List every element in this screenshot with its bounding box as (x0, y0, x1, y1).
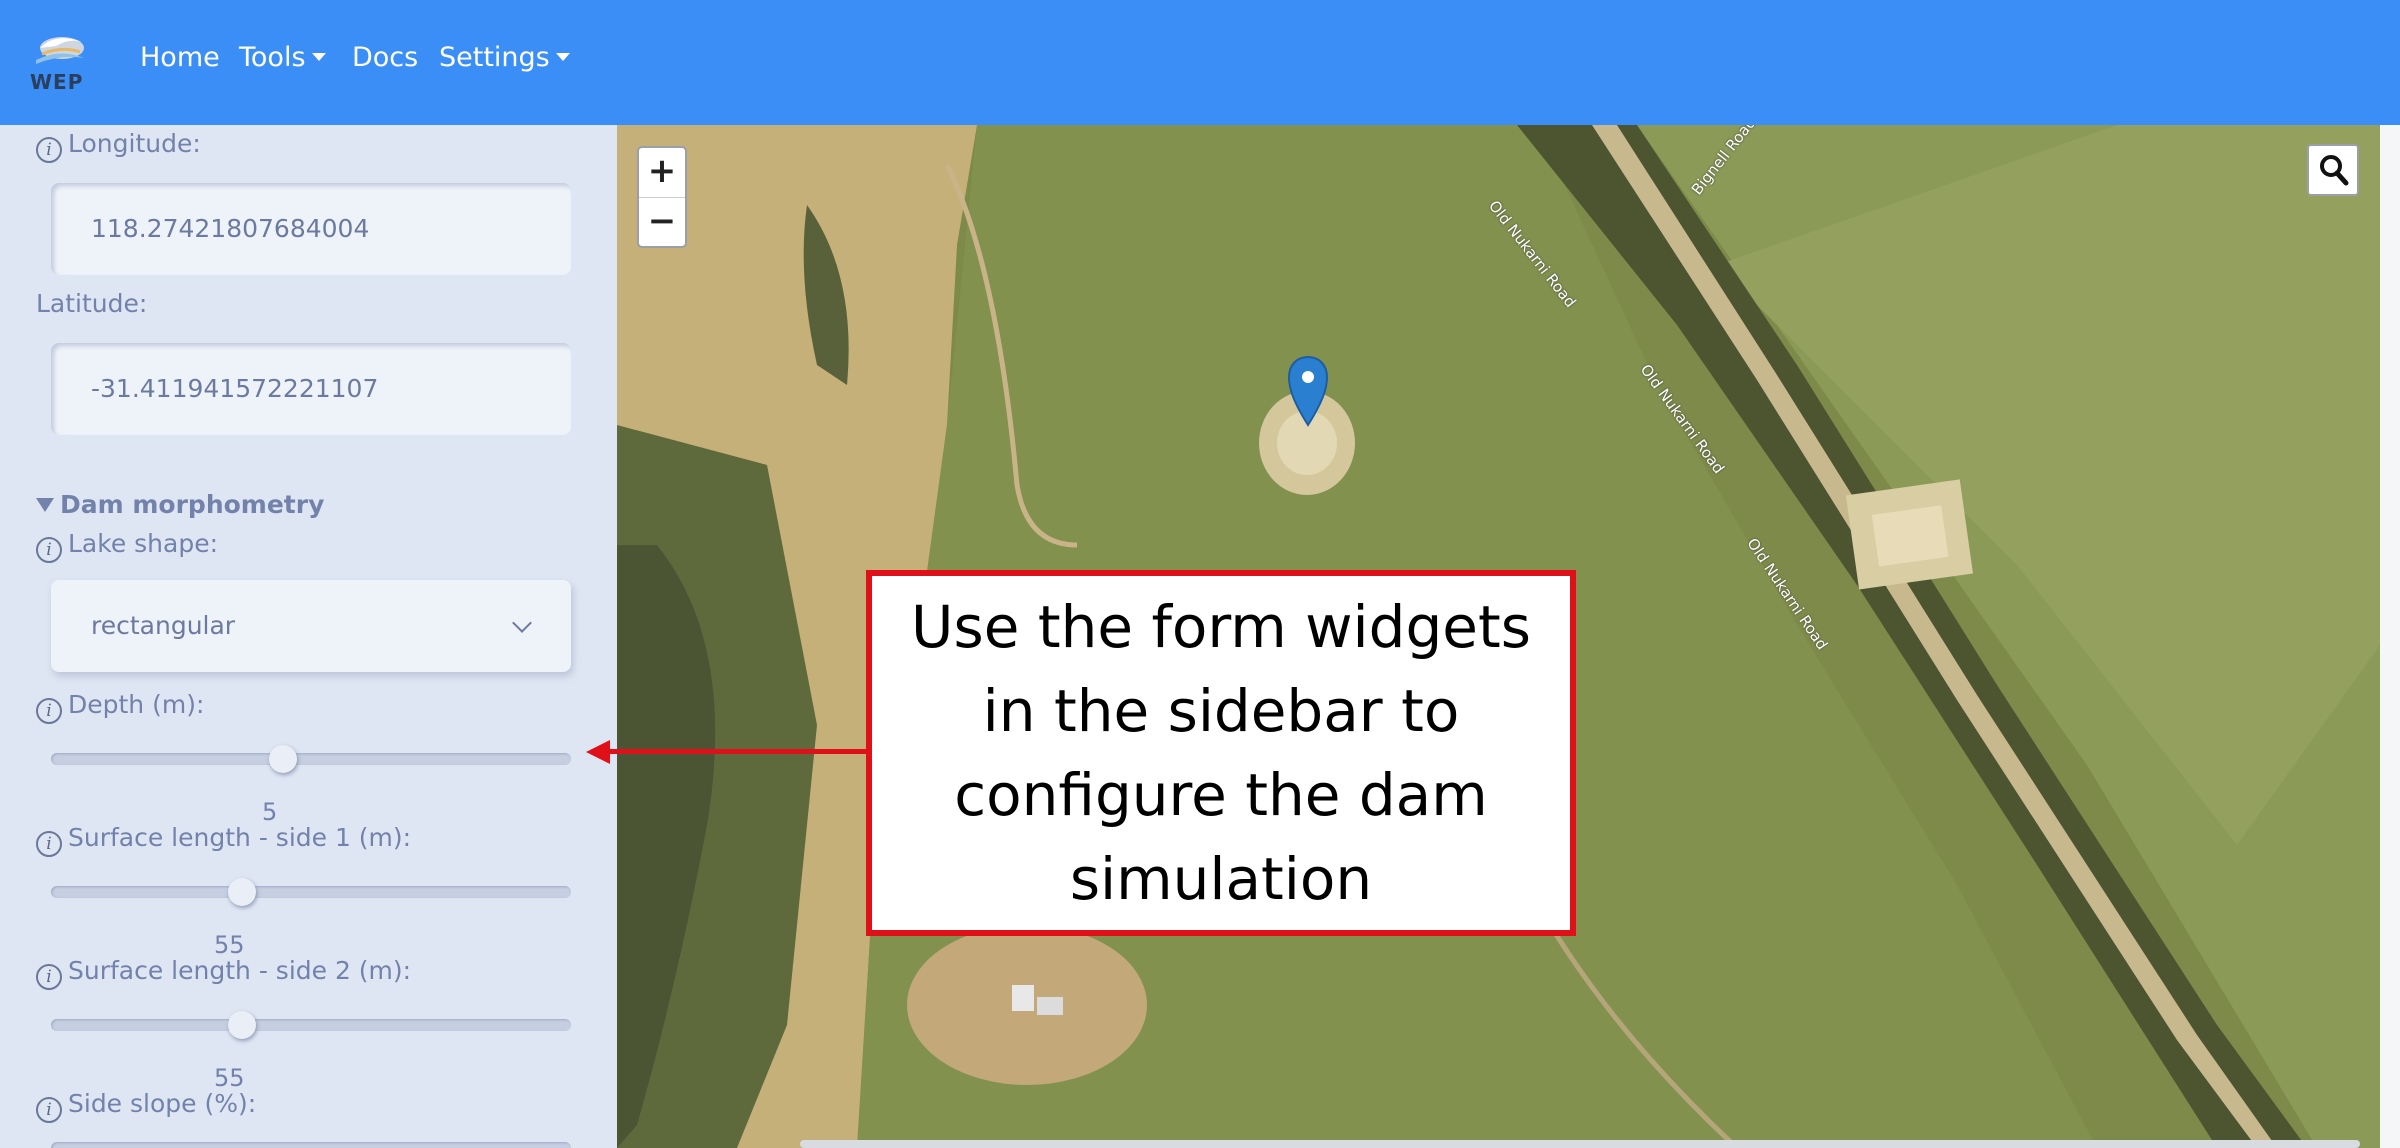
info-icon[interactable]: i (36, 537, 62, 563)
logo-text: WEP (30, 70, 84, 94)
zoom-in-button[interactable]: + (639, 148, 685, 197)
zoom-control: + − (637, 146, 687, 248)
side2-value: 55 (214, 1064, 245, 1092)
depth-slider-thumb[interactable] (269, 745, 297, 773)
info-icon[interactable]: i (36, 831, 62, 857)
lake-shape-select[interactable]: rectangular (51, 580, 571, 672)
longitude-label: i Longitude: (36, 129, 201, 163)
side1-slider[interactable] (51, 886, 571, 898)
callout-text: Use the form widgets in the sidebar to c… (911, 593, 1531, 913)
horizontal-scrollbar[interactable] (800, 1140, 2360, 1148)
instruction-callout: Use the form widgets in the sidebar to c… (866, 570, 1576, 936)
lake-shape-label: i Lake shape: (36, 529, 218, 563)
search-icon (2320, 155, 2349, 186)
depth-value: 5 (262, 798, 278, 826)
dam-morphometry-toggle[interactable]: Dam morphometry (36, 490, 324, 519)
side-slope-slider[interactable] (51, 1142, 571, 1148)
side2-slider-thumb[interactable] (228, 1011, 256, 1039)
info-icon[interactable]: i (36, 137, 62, 163)
nav-settings[interactable]: Settings (439, 42, 570, 73)
zoom-out-button[interactable]: − (639, 198, 685, 247)
nav-docs[interactable]: Docs (352, 42, 418, 73)
side1-value: 55 (214, 931, 245, 959)
depth-label: i Depth (m): (36, 690, 204, 724)
info-icon[interactable]: i (36, 1097, 62, 1123)
sidebar: i Longitude: 118.27421807684004 Latitude:… (0, 125, 617, 1148)
nav-tools[interactable]: Tools (239, 42, 326, 73)
map-edge (2380, 125, 2400, 1148)
caret-down-icon (555, 53, 570, 61)
callout-arrow (608, 749, 866, 754)
side2-label: i Surface length - side 2 (m): (36, 956, 411, 990)
caret-down-icon (311, 53, 326, 61)
latitude-label: Latitude: (36, 289, 148, 318)
info-icon[interactable]: i (36, 698, 62, 724)
arrow-head-icon (586, 740, 610, 764)
chevron-down-icon (512, 613, 532, 633)
info-icon[interactable]: i (36, 964, 62, 990)
side-slope-label: i Side slope (%): (36, 1089, 256, 1123)
navbar: WEP Home Tools Docs Settings (0, 0, 2400, 125)
nav-home[interactable]: Home (140, 42, 220, 73)
latitude-input[interactable]: -31.411941572221107 (51, 343, 571, 435)
triangle-down-icon (36, 498, 54, 512)
side2-slider[interactable] (51, 1019, 571, 1031)
depth-slider[interactable] (51, 753, 571, 765)
longitude-input[interactable]: 118.27421807684004 (51, 183, 571, 275)
side1-label: i Surface length - side 1 (m): (36, 823, 411, 857)
map-search-button[interactable] (2307, 144, 2359, 196)
side1-slider-thumb[interactable] (228, 878, 256, 906)
